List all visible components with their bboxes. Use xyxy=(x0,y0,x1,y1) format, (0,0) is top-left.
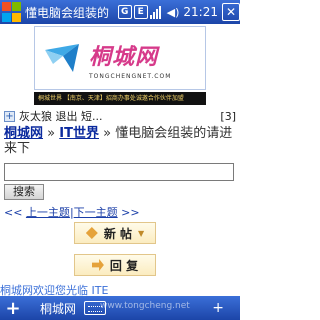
e-status-icon[interactable]: E xyxy=(133,5,148,19)
user-links[interactable]: 灰太狼 退出 短... xyxy=(19,108,220,124)
breadcrumb-separator: » xyxy=(103,126,112,141)
reply-icon xyxy=(91,259,104,271)
logo-text: 桐城网 xyxy=(89,44,159,70)
new-post-label: 新 帖 xyxy=(103,226,133,241)
status-bar: 懂电脑会组装的 G E ◀) 21:21 ✕ xyxy=(0,0,240,24)
ad-strip[interactable]: 桐城世界 【南京、天津】招商办事处诚邀合作伙伴加盟 xyxy=(34,92,206,105)
add-icon[interactable]: + xyxy=(0,298,26,319)
dropdown-arrow-icon: ▼ xyxy=(138,228,145,238)
reply-label: 回 复 xyxy=(109,258,139,273)
expand-icon[interactable]: + xyxy=(4,110,15,122)
nav-prefix: << xyxy=(4,206,26,219)
user-bar: + 灰太狼 退出 短... [3] xyxy=(4,109,236,123)
text-input[interactable] xyxy=(4,163,234,181)
next-topic-link[interactable]: 下一主题 xyxy=(74,206,118,219)
breadcrumb-site-link[interactable]: 桐城网 xyxy=(4,126,43,141)
menu-bar-title[interactable]: 桐城网 xyxy=(40,300,76,317)
nav-suffix: >> xyxy=(117,206,140,219)
site-banner[interactable]: 桐城网 TONGCHENGNET.COM xyxy=(34,26,206,90)
menu-plus-icon[interactable]: + xyxy=(212,300,224,316)
new-post-icon xyxy=(85,227,98,239)
breadcrumb-separator: » xyxy=(47,126,56,141)
window-title: 懂电脑会组装的 xyxy=(25,5,110,20)
breadcrumb-section-link[interactable]: IT世界 xyxy=(59,126,99,141)
topic-navigation: << 上一主题|下一主题 >> xyxy=(4,204,236,220)
signal-icon[interactable] xyxy=(149,5,164,19)
scrolling-notice[interactable]: 桐城网欢迎您光临 ITE xyxy=(0,282,240,296)
reply-button[interactable]: 回 复 xyxy=(74,254,156,276)
new-post-button[interactable]: 新 帖 ▼ xyxy=(74,222,156,244)
menu-bar: + 桐城网 www.tongcheng.net + xyxy=(0,296,240,320)
volume-icon[interactable]: ◀) xyxy=(167,6,180,19)
clock[interactable]: 21:21 xyxy=(183,5,218,19)
prev-topic-link[interactable]: 上一主题 xyxy=(26,206,70,219)
logo-domain: TONGCHENGNET.COM xyxy=(89,72,172,80)
watermark-url: www.tongcheng.net xyxy=(100,301,190,311)
breadcrumb: 桐城网 » IT世界 » 懂电脑会组装的请进来下 xyxy=(4,126,236,156)
site-logo-icon xyxy=(43,42,83,76)
g-status-icon[interactable]: G xyxy=(117,5,132,19)
close-button[interactable]: ✕ xyxy=(222,3,240,21)
message-count[interactable]: [3] xyxy=(220,110,236,123)
windows-start-icon[interactable] xyxy=(2,2,21,22)
search-button[interactable]: 搜索 xyxy=(4,184,44,200)
